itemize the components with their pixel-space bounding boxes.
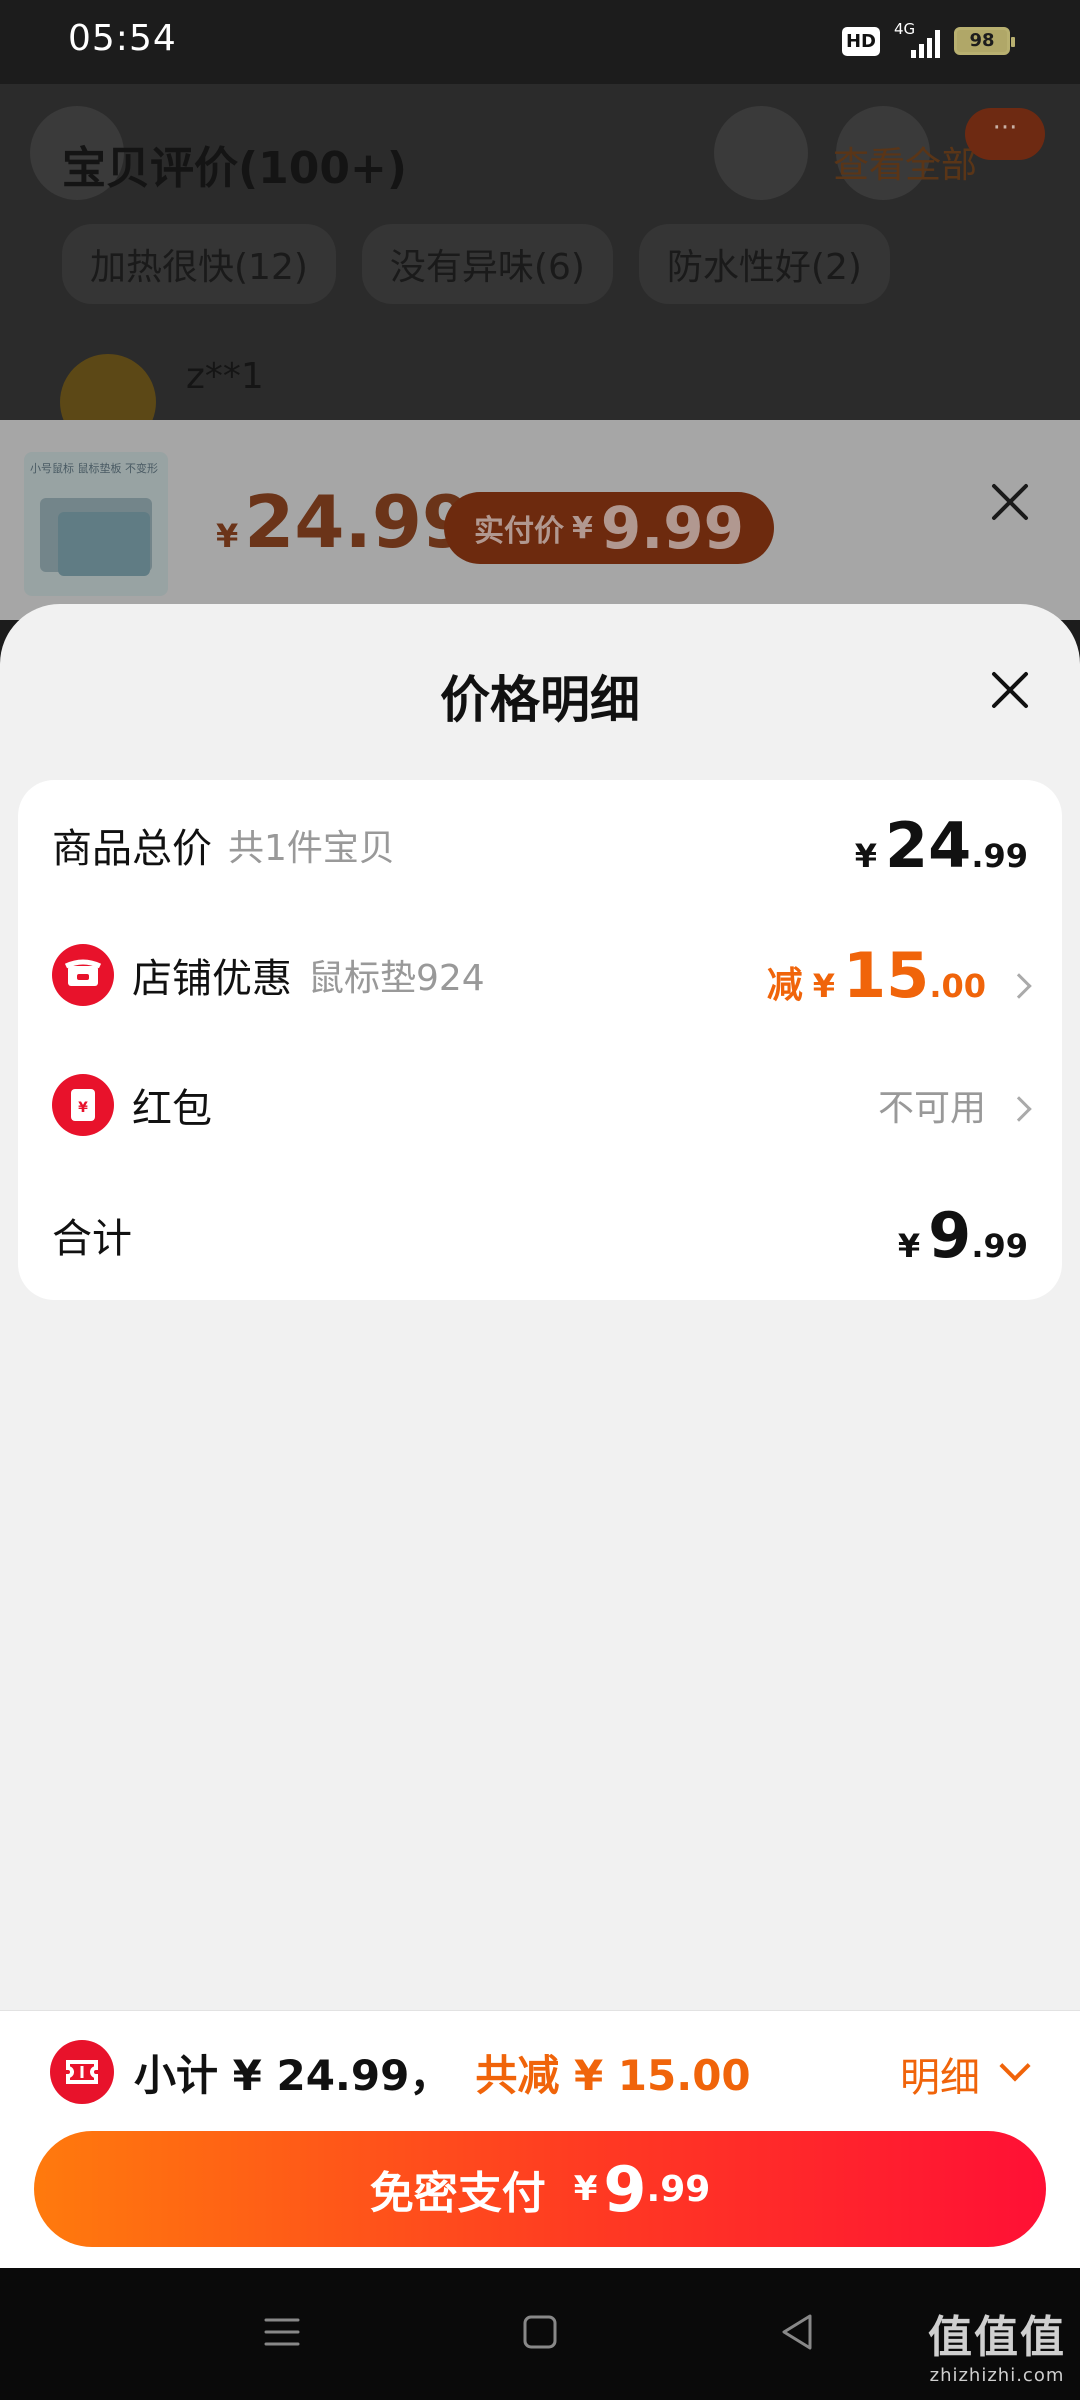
chevron-right-icon [1006,972,1032,999]
total-price-value: ¥ 24 .99 [855,809,1028,882]
sheet-title: 价格明细 [440,671,640,729]
currency-symbol: ¥ [216,517,239,555]
chevron-right-icon [1006,1096,1032,1122]
price-decimal: .99 [971,1226,1028,1265]
battery-icon: 98 [954,27,1015,55]
row-shop-discount[interactable]: 店铺优惠 鼠标垫924 减 ¥ 15 .00 [18,910,1062,1040]
pay-button[interactable]: 免密支付 ¥ 9 .99 [34,2131,1046,2247]
reviewer-name: z**1 [186,356,264,397]
share-icon[interactable] [714,106,808,200]
status-bar: 05:54 HD 4G 98 [0,0,1080,84]
row-sum: 合计 ¥ 9 .99 [18,1170,1062,1300]
review-tags: 加热很快(12) 没有异味(6) 防水性好(2) [62,224,890,304]
watermark-url: zhizhizhi.com [929,2365,1065,2386]
row-label: 店铺优惠 [132,956,292,1002]
pay-decimal: .99 [646,2168,711,2210]
reviews-title: 宝贝评价(100+) [62,143,407,194]
price-integer: 9 [928,1198,972,1272]
price-integer: 15 [843,938,930,1012]
currency-symbol: ¥ [812,966,836,1005]
pay-integer: 9 [603,2152,647,2226]
watermark-logo: 值值值 [928,2312,1066,2363]
row-sublabel: 鼠标垫924 [308,958,485,999]
currency-symbol: ¥ [897,1226,921,1265]
sum-value: ¥ 9 .99 [898,1199,1028,1272]
shop-icon [52,944,114,1006]
hd-icon: HD [841,26,880,56]
row-label: 商品总价 [52,826,212,872]
red-packet-value: 不可用 [877,1079,1032,1131]
row-label: 红包 [132,1086,212,1132]
background-page: 宝贝评价(100+) 查看全部 ··· 加热很快(12) 没有异味(6) 防水性… [0,84,1080,420]
more-icon[interactable]: ··· [965,108,1045,160]
pay-label: 免密支付 [369,2168,546,2219]
row-label: 合计 [52,1216,132,1262]
menu-icon[interactable] [258,2308,306,2356]
price-decimal: .00 [929,966,986,1005]
product-thumbnail: 小号鼠标 鼠标垫板 不变形 [24,452,168,596]
review-tag[interactable]: 没有异味(6) [361,224,613,304]
detail-toggle[interactable]: 明细 [900,2045,1031,2103]
subtotal-text: 小计 ¥ 24.99， [134,2050,452,2100]
review-tag[interactable]: 加热很快(12) [62,224,336,304]
status-icons: HD 4G 98 [841,20,1015,58]
system-nav-bar: 值值值 zhizhizhi.com [0,2268,1080,2400]
svg-text:¥: ¥ [78,1100,88,1116]
close-icon[interactable] [986,666,1034,714]
currency-symbol: ¥ [854,836,878,875]
discount-prefix: 减 [766,964,803,1006]
detail-label: 明细 [900,2055,980,2101]
coupon-icon [50,2040,114,2104]
red-packet-status: 不可用 [877,1088,986,1129]
chevron-down-icon [999,2050,1031,2082]
price-value: 24.99 [244,480,473,564]
price-card: 商品总价 共1件宝贝 ¥ 24 .99 店铺优惠 鼠标垫924 减 ¥ 15 .… [18,780,1062,1300]
checkout-bar: 小计 ¥ 24.99， 共减 ¥ 15.00 明细 免密支付 ¥ 9 .99 [0,2010,1080,2268]
paid-price-value: 9.99 [600,494,744,562]
status-time: 05:54 [68,18,177,59]
signal-icon: 4G [894,20,940,58]
back-icon[interactable] [774,2308,822,2356]
home-icon[interactable] [516,2308,564,2356]
paid-price-label: 实付价 [474,514,564,549]
row-total-price: 商品总价 共1件宝贝 ¥ 24 .99 [18,780,1062,910]
paid-price-badge: 实付价 ¥ 9.99 [444,492,774,564]
product-price: ¥24.99 [216,480,472,564]
row-red-packet[interactable]: ¥ 红包 不可用 [18,1040,1062,1170]
price-decimal: .99 [971,836,1028,875]
product-strip: 小号鼠标 鼠标垫板 不变形 ¥24.99 实付价 ¥ 9.99 [0,420,1080,620]
thumbnail-caption: 小号鼠标 鼠标垫板 不变形 [30,462,158,475]
shop-discount-value: 减 ¥ 15 .00 [766,938,1032,1012]
view-all-link[interactable]: 查看全部 [833,136,977,188]
watermark: 值值值 zhizhizhi.com [928,2301,1066,2386]
price-integer: 24 [885,808,972,882]
row-sublabel: 共1件宝贝 [228,828,395,869]
discount-text: 共减 ¥ 15.00 [475,2050,751,2100]
close-icon[interactable] [986,478,1034,526]
red-packet-icon: ¥ [52,1074,114,1136]
currency-symbol: ¥ [573,2169,598,2209]
currency-symbol: ¥ [572,510,593,546]
reviewer-avatar [60,354,156,420]
review-tag[interactable]: 防水性好(2) [638,224,890,304]
price-summary: 小计 ¥ 24.99， 共减 ¥ 15.00 [50,2039,751,2105]
